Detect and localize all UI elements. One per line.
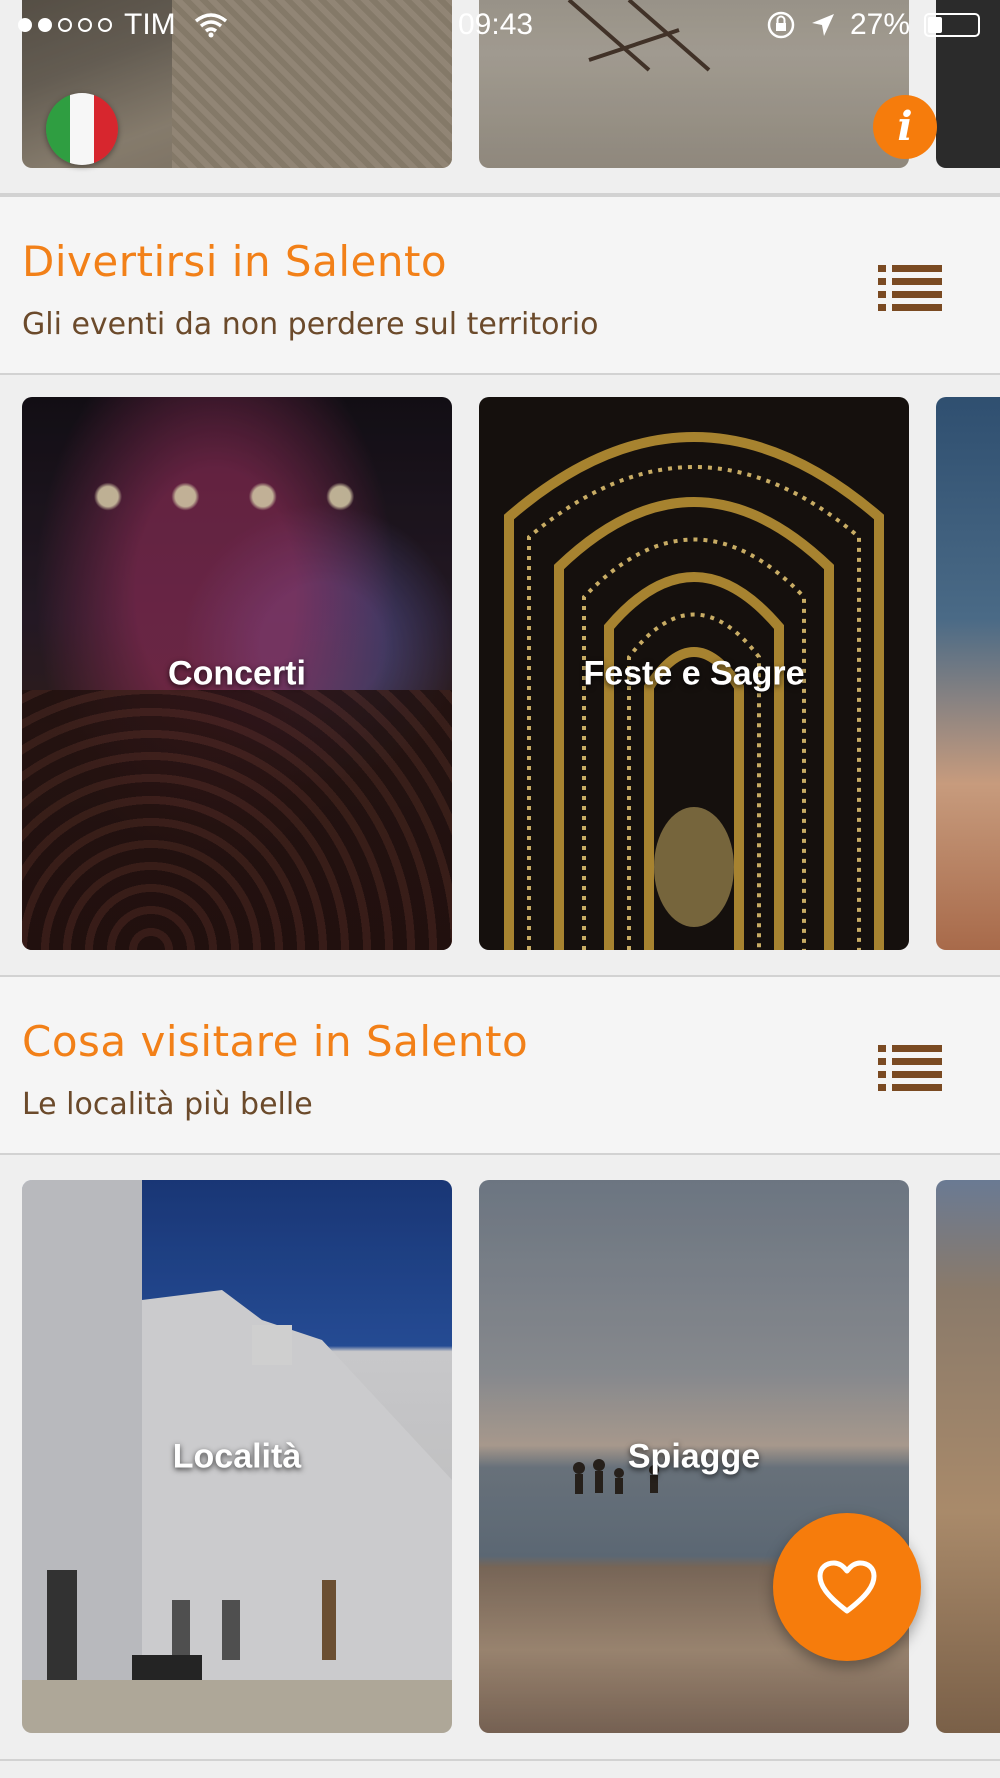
- section-subtitle: Le località più belle: [22, 1087, 313, 1122]
- location-icon: [811, 14, 834, 36]
- events-card-row: Concerti Feste e Sagre: [0, 375, 1000, 975]
- signal-dot: [38, 18, 52, 32]
- info-icon: i: [897, 103, 913, 150]
- list-icon[interactable]: [878, 1043, 942, 1091]
- section-header-places: Cosa visitare in Salento Le località più…: [0, 975, 1000, 1155]
- wifi-icon: [194, 13, 227, 38]
- section-title: Divertirsi in Salento: [22, 237, 448, 286]
- info-button[interactable]: i: [873, 95, 937, 159]
- card-feste-e-sagre[interactable]: Feste e Sagre: [479, 397, 909, 950]
- places-card-row: Località Spiagge: [0, 1155, 1000, 1778]
- card-localita[interactable]: Località: [22, 1180, 452, 1733]
- section-title: Cosa visitare in Salento: [22, 1017, 529, 1066]
- status-right: 27%: [766, 8, 980, 42]
- card-concerti[interactable]: Concerti: [22, 397, 452, 950]
- battery-percent: 27%: [849, 8, 910, 41]
- signal-dot: [98, 18, 112, 32]
- card-peek[interactable]: [936, 1180, 1000, 1733]
- card-label: Spiagge: [627, 1437, 761, 1475]
- card-label: Località: [172, 1437, 302, 1475]
- card-label: Concerti: [168, 654, 306, 692]
- card-peek[interactable]: [936, 397, 1000, 950]
- list-icon[interactable]: [878, 263, 942, 311]
- battery-icon: [924, 13, 980, 37]
- heart-icon: [817, 1560, 877, 1614]
- signal-dot: [58, 18, 72, 32]
- carrier-signal: TIM: [18, 8, 228, 42]
- card-label: Feste e Sagre: [583, 654, 805, 692]
- section-subtitle: Gli eventi da non perdere sul territorio: [22, 307, 599, 342]
- favorites-button[interactable]: [773, 1513, 921, 1661]
- rotation-lock-icon: [767, 11, 795, 39]
- signal-dot: [78, 18, 92, 32]
- section-header-events: Divertirsi in Salento Gli eventi da non …: [0, 195, 1000, 375]
- signal-dot: [18, 18, 32, 32]
- status-bar: TIM 09:43 27%: [0, 0, 1000, 52]
- clock: 09:43: [458, 8, 534, 41]
- carrier-name: TIM: [124, 8, 176, 41]
- italy-flag-icon[interactable]: [46, 93, 118, 165]
